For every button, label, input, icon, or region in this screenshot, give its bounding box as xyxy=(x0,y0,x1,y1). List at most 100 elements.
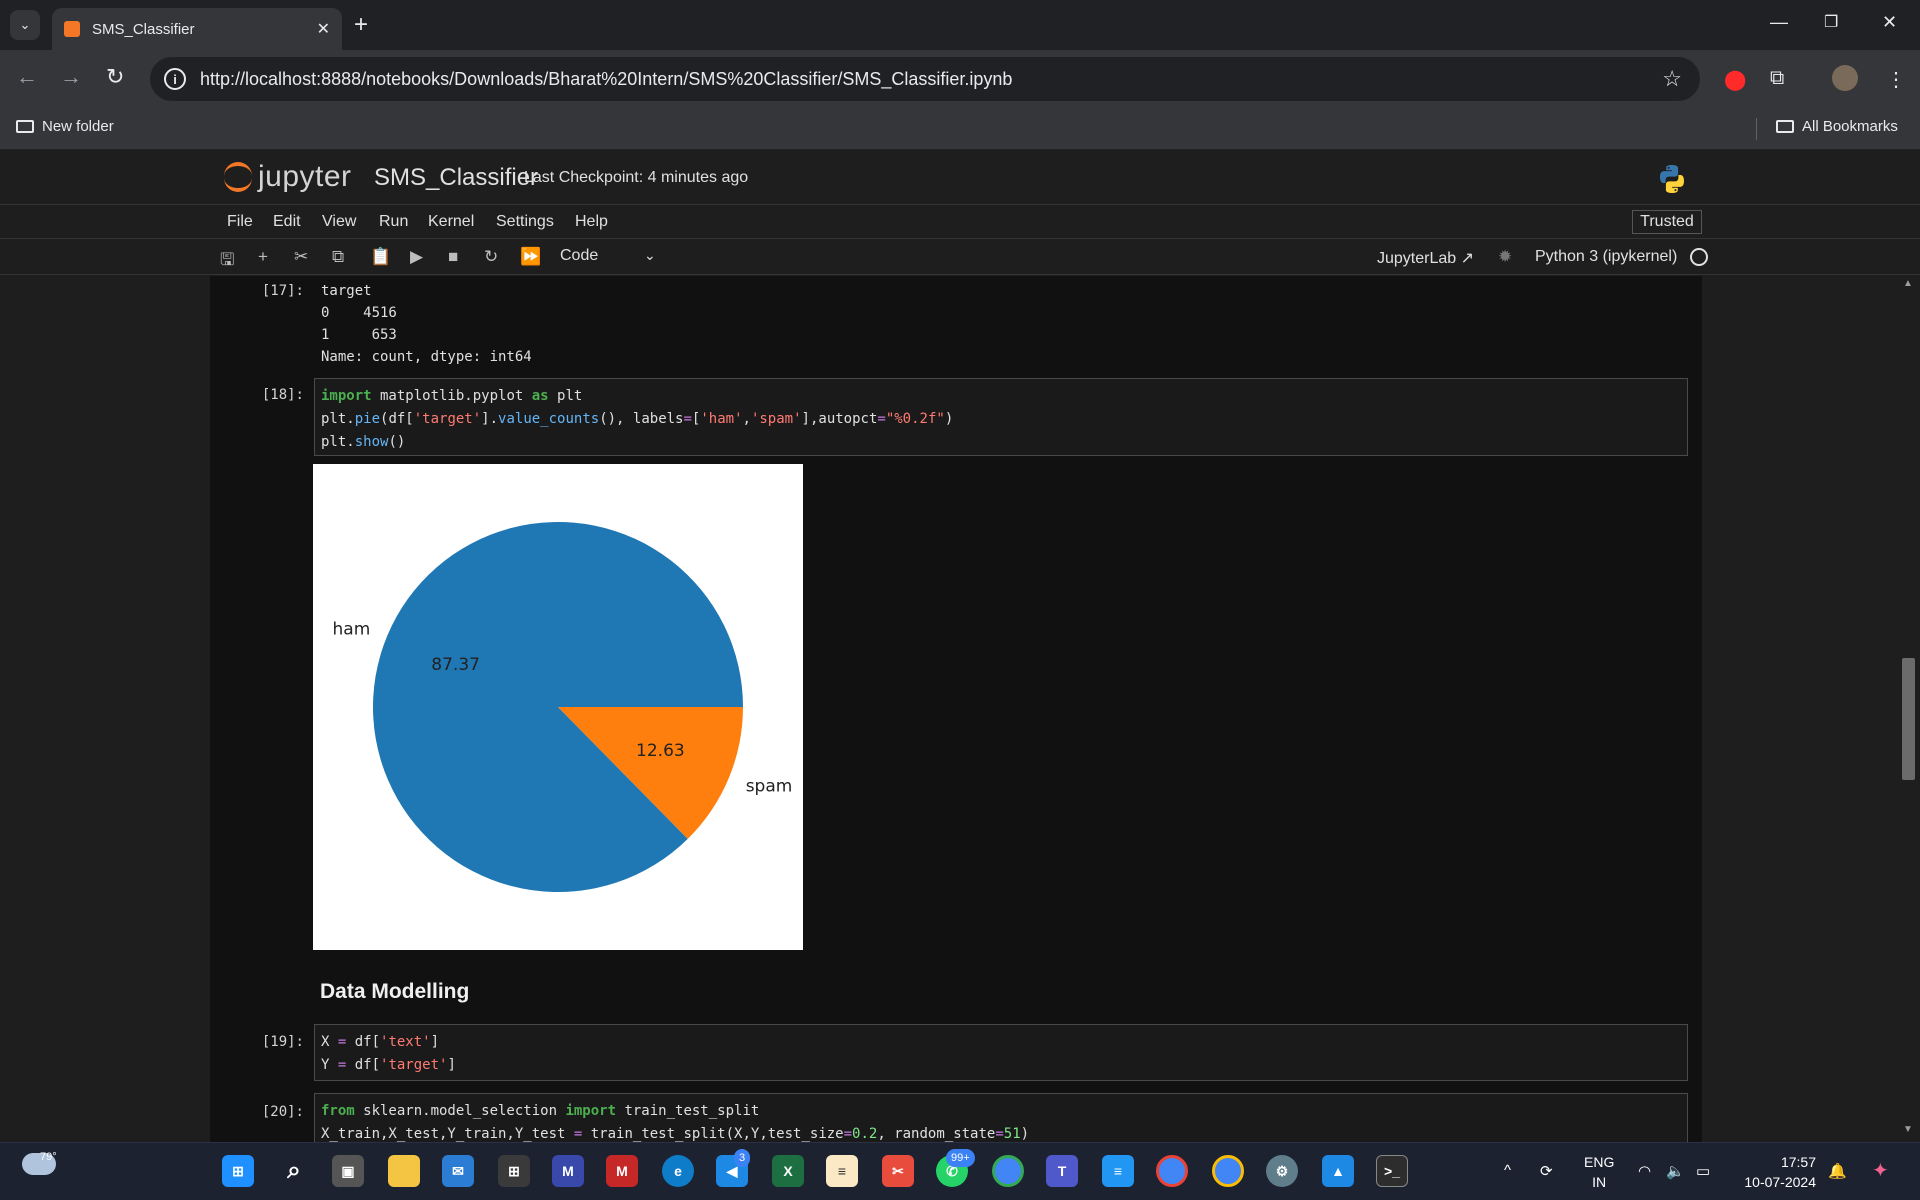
battery-icon[interactable]: ▭ xyxy=(1696,1162,1710,1180)
clock[interactable]: 17:57 10-07-2024 xyxy=(1738,1152,1816,1192)
restart-icon[interactable]: ↻ xyxy=(484,247,498,267)
jupyter-favicon-icon xyxy=(64,21,80,37)
chevron-down-icon[interactable]: ⌄ xyxy=(644,247,656,264)
mcafee-icon[interactable]: M xyxy=(606,1155,638,1187)
start-windows-icon[interactable]: ⊞ xyxy=(222,1155,254,1187)
scroll-up-icon[interactable]: ▲ xyxy=(1903,278,1913,289)
site-info-icon[interactable]: i xyxy=(164,68,186,90)
cell-17-output: target 0 4516 1 653 Name: count, dtype: … xyxy=(321,283,532,365)
microsoft-store-icon[interactable]: ⊞ xyxy=(498,1155,530,1187)
back-button[interactable]: ← xyxy=(16,64,38,90)
show-hidden-icons[interactable]: ^ xyxy=(1504,1162,1511,1179)
interrupt-icon[interactable]: ■ xyxy=(448,247,458,267)
menu-edit[interactable]: Edit xyxy=(273,213,301,231)
teams-icon[interactable]: T xyxy=(1046,1155,1078,1187)
whatsapp-badge: 99+ xyxy=(946,1149,975,1167)
extension-red-icon[interactable]: ⬤ xyxy=(1724,67,1746,92)
insert-cell-icon[interactable]: + xyxy=(258,247,268,267)
cell-18-prompt: [18]: xyxy=(261,387,304,403)
kernel-name[interactable]: Python 3 (ipykernel) xyxy=(1535,248,1677,266)
run-icon[interactable]: ▶ xyxy=(410,247,423,267)
wifi-icon[interactable]: ◠ xyxy=(1638,1162,1651,1180)
cell-type-select[interactable]: Code xyxy=(560,247,598,265)
extensions-puzzle-icon[interactable]: ⧉ xyxy=(1770,67,1784,90)
bookmarks-divider xyxy=(1756,118,1757,140)
notes-icon[interactable]: ≡ xyxy=(1102,1155,1134,1187)
url-text[interactable]: http://localhost:8888/notebooks/Download… xyxy=(200,69,1662,90)
save-icon[interactable]: 🖫 xyxy=(220,247,234,276)
pie-category-label-ham: ham xyxy=(333,619,371,639)
search-icon[interactable]: ⌕ xyxy=(278,1155,310,1187)
scrollbar-thumb[interactable] xyxy=(1902,658,1915,780)
volume-icon[interactable]: 🔈 xyxy=(1666,1162,1685,1180)
menu-help[interactable]: Help xyxy=(575,213,608,231)
chrome-active-icon[interactable] xyxy=(992,1155,1024,1187)
browser-menu-icon[interactable]: ⋮ xyxy=(1886,67,1906,92)
menu-view[interactable]: View xyxy=(322,213,356,231)
close-tab-icon[interactable]: ✕ xyxy=(317,19,330,39)
menu-run[interactable]: Run xyxy=(379,213,408,231)
notebook-title[interactable]: SMS_Classifier xyxy=(374,164,538,192)
photos-icon[interactable]: ▲ xyxy=(1322,1155,1354,1187)
copilot-icon[interactable]: ✦ xyxy=(1872,1158,1889,1183)
snipping-tool-icon[interactable]: ✂ xyxy=(882,1155,914,1187)
chrome-profile2-icon[interactable] xyxy=(1212,1155,1244,1187)
mail-icon[interactable]: ✉ xyxy=(442,1155,474,1187)
terminal-icon[interactable]: >_ xyxy=(1376,1155,1408,1187)
menu-kernel[interactable]: Kernel xyxy=(428,213,474,231)
menu-file[interactable]: File xyxy=(227,213,253,231)
reload-button[interactable]: ↻ xyxy=(106,64,124,90)
minimize-window-button[interactable]: — xyxy=(1770,12,1788,33)
folder-icon xyxy=(1776,120,1794,133)
bookmarks-bar: New folder All Bookmarks xyxy=(0,108,1920,150)
browser-tab-active[interactable]: SMS_Classifier ✕ xyxy=(52,8,342,50)
scroll-down-icon[interactable]: ▼ xyxy=(1903,1124,1913,1135)
trusted-indicator[interactable]: Trusted xyxy=(1632,210,1702,234)
bookmark-label: New folder xyxy=(42,118,114,135)
chrome-profile-icon[interactable] xyxy=(1156,1155,1188,1187)
input-language[interactable]: ENG IN xyxy=(1584,1152,1614,1192)
bookmark-star-icon[interactable]: ☆ xyxy=(1662,66,1682,92)
notifications-icon[interactable]: 🔔 xyxy=(1828,1162,1847,1180)
edge-icon[interactable]: e xyxy=(662,1155,694,1187)
settings-gear-icon[interactable]: ⚙ xyxy=(1266,1155,1298,1187)
python-logo-icon xyxy=(1660,165,1684,193)
temperature: 79° xyxy=(40,1151,57,1163)
pie-pct-label-spam: 12.63 xyxy=(636,741,685,761)
task-view-icon[interactable]: ▣ xyxy=(332,1155,364,1187)
new-tab-button[interactable]: + xyxy=(354,12,368,38)
windows-taskbar: 79° ⊞ ⌕ ▣ ✉ ⊞ M M e ◀ 3 X ≡ ✂ ✆ 99+ T ≡ … xyxy=(0,1142,1920,1200)
cell-19-code[interactable]: X = df['text'] Y = df['target'] xyxy=(314,1024,1688,1081)
cell-17-prompt: [17]: xyxy=(261,283,304,299)
address-bar[interactable]: i http://localhost:8888/notebooks/Downlo… xyxy=(150,57,1700,101)
cell-18-code[interactable]: import matplotlib.pyplot as plt plt.pie(… xyxy=(314,378,1688,456)
all-bookmarks-button[interactable]: All Bookmarks xyxy=(1776,118,1898,135)
profile-avatar[interactable] xyxy=(1832,65,1858,91)
tab-search-button[interactable]: ⌄ xyxy=(10,10,40,40)
app-blue-icon[interactable]: M xyxy=(552,1155,584,1187)
excel-icon[interactable]: X xyxy=(772,1155,804,1187)
lang-line1: ENG xyxy=(1584,1154,1615,1170)
close-window-button[interactable]: ✕ xyxy=(1882,12,1897,33)
sync-icon[interactable]: ⟳ xyxy=(1540,1162,1553,1180)
cut-icon[interactable]: ✂ xyxy=(294,247,308,267)
cell-20-code[interactable]: from sklearn.model_selection import trai… xyxy=(314,1093,1688,1142)
jupyter-logo[interactable]: jupyter xyxy=(224,160,352,194)
paste-icon[interactable]: 📋 xyxy=(370,247,391,267)
vertical-scrollbar[interactable]: ▲ ▼ xyxy=(1897,276,1920,1142)
open-jupyterlab-link[interactable]: JupyterLab ↗ xyxy=(1377,248,1474,268)
restore-window-button[interactable]: ❐ xyxy=(1824,12,1838,32)
notepad-app-icon[interactable]: ≡ xyxy=(826,1155,858,1187)
file-explorer-icon[interactable] xyxy=(388,1155,420,1187)
jupyter-logo-icon xyxy=(224,160,252,194)
time: 17:57 xyxy=(1780,1154,1816,1170)
menu-settings[interactable]: Settings xyxy=(496,213,554,231)
bookmark-new-folder[interactable]: New folder xyxy=(16,118,114,135)
jupyter-header: jupyter SMS_Classifier Last Checkpoint: … xyxy=(0,150,1920,205)
copy-icon[interactable]: ⧉ xyxy=(332,247,344,267)
restart-run-all-icon[interactable]: ⏩ xyxy=(520,247,541,267)
forward-button[interactable]: → xyxy=(60,64,82,90)
jupyterlab-label: JupyterLab xyxy=(1377,250,1457,267)
lang-line2: IN xyxy=(1592,1174,1607,1190)
debugger-bug-icon[interactable]: ✹ xyxy=(1498,247,1512,267)
